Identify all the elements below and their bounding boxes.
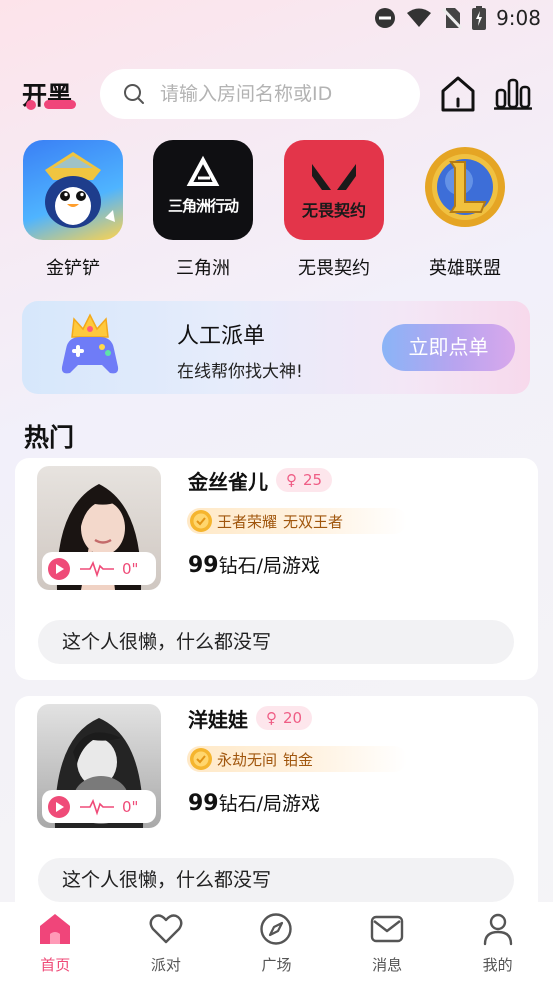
gamepad-crown-icon: [61, 313, 119, 374]
avatar[interactable]: 0": [37, 466, 161, 590]
rank-name: 无双王者: [283, 512, 344, 531]
profile-icon: [483, 913, 512, 946]
nav-label: 消息: [372, 956, 403, 974]
gender-age-badge: ♀ 25: [276, 468, 333, 492]
banner-subtitle: 在线帮你找大神!: [177, 362, 303, 382]
bottom-navigation: 首页 派对 广场 消息 我的: [0, 902, 553, 983]
valorant-wordmark: 无畏契约: [301, 201, 366, 220]
rank-name: 铂金: [283, 750, 314, 769]
heart-icon: [149, 914, 183, 944]
dispatch-banner[interactable]: 人工派单 在线帮你找大神! 立即点单: [22, 301, 530, 394]
price: 99钻石/局游戏: [188, 551, 320, 578]
game-label: 三角洲: [176, 258, 230, 279]
player-card[interactable]: 0" 洋娃娃 ♀ 20 永劫无间 铂金 99钻石/局游戏 这个人很懒，什么都没写: [15, 696, 538, 918]
logo-dot: [26, 100, 36, 110]
game-name: 王者荣耀: [217, 512, 278, 531]
price-amount: 99: [188, 553, 219, 578]
waveform-icon: [80, 798, 114, 816]
price-unit: 钻石/局游戏: [218, 793, 321, 815]
play-icon[interactable]: [48, 557, 70, 580]
medal-icon: [190, 510, 212, 532]
delta-force-wordmark: 三角洲行动: [167, 197, 239, 215]
leaderboard-icon[interactable]: [494, 77, 532, 111]
game-rank-tag: 王者荣耀 无双王者: [187, 508, 407, 534]
search-input[interactable]: [160, 83, 410, 105]
search-bar[interactable]: [100, 69, 420, 119]
clock: 9:08: [496, 6, 541, 30]
delta-force-icon: 三角洲行动: [153, 140, 253, 240]
play-icon[interactable]: [48, 795, 70, 818]
order-now-button[interactable]: 立即点单: [382, 324, 515, 371]
waveform-icon: [80, 560, 114, 578]
nav-messages[interactable]: 消息: [332, 902, 443, 983]
price-unit: 钻石/局游戏: [218, 555, 321, 577]
game-list: 金铲铲 三角洲行动 三角洲 无畏契约 无畏契约 英雄联盟: [0, 140, 553, 285]
penguin-game-icon: [23, 140, 123, 240]
compass-icon: [260, 913, 293, 945]
game-item[interactable]: 金铲铲: [18, 140, 128, 280]
game-label: 金铲铲: [46, 258, 100, 279]
price: 99钻石/局游戏: [188, 789, 320, 816]
valorant-icon: 无畏契约: [284, 140, 384, 240]
nav-label: 广场: [261, 956, 292, 974]
game-rank-tag: 永劫无间 铂金: [187, 746, 407, 772]
game-item[interactable]: 三角洲行动 三角洲: [148, 140, 258, 280]
medal-icon: [190, 748, 212, 770]
player-bio: 这个人很懒，什么都没写: [38, 858, 514, 902]
game-item[interactable]: 英雄联盟: [410, 140, 520, 280]
logo-bar: [44, 100, 76, 109]
league-icon: [415, 140, 515, 240]
female-icon: ♀: [286, 471, 297, 489]
female-icon: ♀: [266, 709, 277, 727]
section-title: 热门: [24, 423, 75, 452]
wifi-icon: [407, 8, 432, 27]
banner-title: 人工派单: [177, 324, 266, 349]
mail-icon: [370, 915, 404, 943]
house-icon[interactable]: [440, 75, 476, 113]
game-name: 永劫无间: [217, 750, 278, 769]
avatar[interactable]: 0": [37, 704, 161, 828]
nav-label: 我的: [482, 956, 513, 974]
app-logo: 开黑: [22, 76, 82, 110]
nav-square[interactable]: 广场: [221, 902, 332, 983]
do-not-disturb-icon: [375, 8, 396, 28]
voice-duration: 0": [122, 559, 139, 578]
nav-party[interactable]: 派对: [111, 902, 222, 983]
player-card[interactable]: 0" 金丝雀儿 ♀ 25 王者荣耀 无双王者 99钻石/局游戏 这个人很懒，什么…: [15, 458, 538, 680]
nav-label: 首页: [40, 956, 71, 974]
nav-profile[interactable]: 我的: [442, 902, 553, 983]
gender-age-badge: ♀ 20: [256, 706, 313, 730]
age-value: 20: [283, 709, 303, 727]
status-bar: 9:08: [0, 0, 553, 38]
no-sim-icon: [442, 7, 463, 29]
game-item[interactable]: 无畏契约 无畏契约: [279, 140, 389, 280]
player-name: 洋娃娃: [188, 708, 248, 732]
game-label: 英雄联盟: [429, 258, 501, 279]
price-amount: 99: [188, 791, 219, 816]
voice-intro-player[interactable]: 0": [42, 552, 156, 585]
battery-charging-icon: [472, 6, 487, 30]
search-icon: [124, 84, 144, 104]
nav-label: 派对: [150, 956, 181, 974]
player-name: 金丝雀儿: [188, 470, 268, 494]
age-value: 25: [303, 471, 323, 489]
player-bio: 这个人很懒，什么都没写: [38, 620, 514, 664]
home-icon: [40, 914, 71, 944]
voice-intro-player[interactable]: 0": [42, 790, 156, 823]
voice-duration: 0": [122, 797, 139, 816]
nav-home[interactable]: 首页: [0, 902, 111, 983]
game-label: 无畏契约: [298, 258, 370, 279]
